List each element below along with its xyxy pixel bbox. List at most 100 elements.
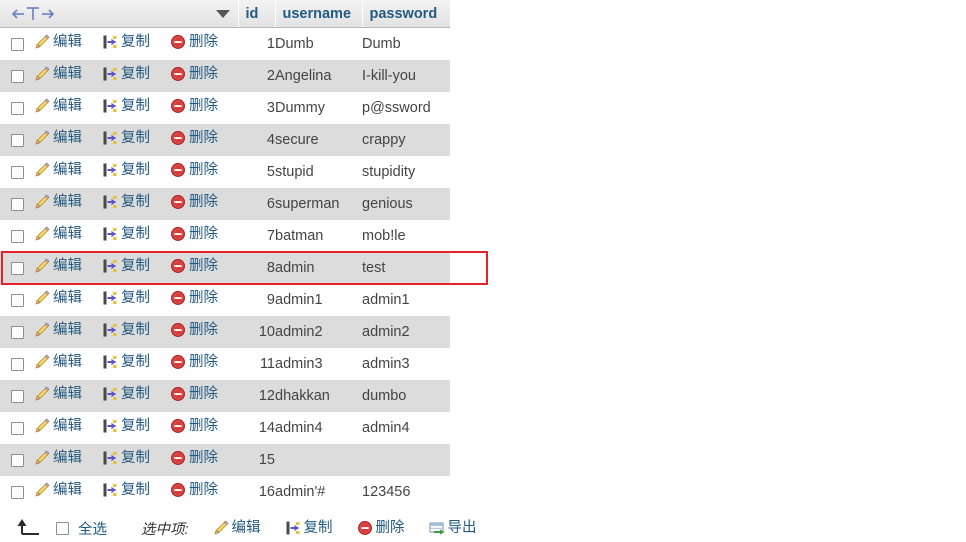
row-copy-button[interactable]: 复制 <box>102 290 150 306</box>
row-copy-button[interactable]: 复制 <box>102 162 150 178</box>
row-edit-button[interactable]: 编辑 <box>34 290 82 306</box>
row-delete-button[interactable]: 删除 <box>170 130 218 146</box>
row-edit-cell[interactable]: 编辑 <box>34 60 102 92</box>
table-row[interactable]: 编辑 复制 删除 16 admin'# 123456 <box>0 476 450 508</box>
row-edit-cell[interactable]: 编辑 <box>34 476 102 508</box>
row-edit-button[interactable]: 编辑 <box>34 354 82 370</box>
table-row[interactable]: 编辑 复制 删除 7 batman mob!le <box>0 220 450 252</box>
row-select-cell[interactable] <box>0 188 34 220</box>
row-delete-cell[interactable]: 删除 <box>170 284 238 316</box>
row-delete-cell[interactable]: 删除 <box>170 188 238 220</box>
row-copy-cell[interactable]: 复制 <box>102 316 170 348</box>
row-select-cell[interactable] <box>0 252 34 284</box>
select-all-link[interactable]: 全选 <box>78 518 107 539</box>
row-delete-button[interactable]: 删除 <box>170 34 218 50</box>
row-copy-button[interactable]: 复制 <box>102 322 150 338</box>
column-header-id[interactable]: id <box>237 0 275 28</box>
row-copy-cell[interactable]: 复制 <box>102 252 170 284</box>
row-delete-button[interactable]: 删除 <box>170 290 218 306</box>
row-edit-button[interactable]: 编辑 <box>34 226 82 242</box>
row-delete-cell[interactable]: 删除 <box>170 252 238 284</box>
bulk-delete-button[interactable]: 删除 <box>357 520 405 536</box>
table-row[interactable]: 编辑 复制 删除 11 admin3 admin3 <box>0 348 450 380</box>
row-edit-button[interactable]: 编辑 <box>34 418 82 434</box>
table-row[interactable]: 编辑 复制 删除 1 Dumb Dumb <box>0 27 450 60</box>
row-delete-button[interactable]: 删除 <box>170 354 218 370</box>
row-delete-cell[interactable]: 删除 <box>170 380 238 412</box>
row-delete-cell[interactable]: 删除 <box>170 476 238 508</box>
row-edit-button[interactable]: 编辑 <box>34 66 82 82</box>
row-edit-cell[interactable]: 编辑 <box>34 284 102 316</box>
row-tools-header[interactable] <box>0 0 238 28</box>
row-delete-button[interactable]: 删除 <box>170 386 218 402</box>
row-checkbox[interactable] <box>10 69 24 83</box>
row-copy-button[interactable]: 复制 <box>102 66 150 82</box>
row-edit-cell[interactable]: 编辑 <box>34 252 102 284</box>
table-row[interactable]: 编辑 复制 删除 14 admin4 admin4 <box>0 412 450 444</box>
row-select-cell[interactable] <box>0 220 34 252</box>
row-select-cell[interactable] <box>0 92 34 124</box>
row-edit-button[interactable]: 编辑 <box>34 450 82 466</box>
row-delete-cell[interactable]: 删除 <box>170 60 238 92</box>
row-select-cell[interactable] <box>0 156 34 188</box>
arrow-up-from-line-icon[interactable] <box>14 518 42 538</box>
row-copy-cell[interactable]: 复制 <box>102 27 170 60</box>
row-checkbox[interactable] <box>10 325 24 339</box>
select-all-checkbox[interactable] <box>56 520 69 536</box>
row-checkbox[interactable] <box>10 421 24 435</box>
column-header-password[interactable]: password <box>361 0 450 28</box>
row-delete-cell[interactable]: 删除 <box>170 220 238 252</box>
row-delete-button[interactable]: 删除 <box>170 194 218 210</box>
row-copy-cell[interactable]: 复制 <box>102 220 170 252</box>
row-edit-button[interactable]: 编辑 <box>34 162 82 178</box>
row-select-cell[interactable] <box>0 124 34 156</box>
row-edit-button[interactable]: 编辑 <box>34 482 82 498</box>
row-delete-button[interactable]: 删除 <box>170 322 218 338</box>
bulk-copy-button[interactable]: 复制 <box>285 520 333 536</box>
row-edit-cell[interactable]: 编辑 <box>34 412 102 444</box>
table-row[interactable]: 编辑 复制 删除 5 stupid stupidity <box>0 156 450 188</box>
row-delete-button[interactable]: 删除 <box>170 226 218 242</box>
row-select-cell[interactable] <box>0 476 34 508</box>
row-copy-cell[interactable]: 复制 <box>102 92 170 124</box>
row-copy-cell[interactable]: 复制 <box>102 284 170 316</box>
bulk-export-button[interactable]: 导出 <box>429 520 477 536</box>
row-copy-button[interactable]: 复制 <box>102 130 150 146</box>
row-copy-cell[interactable]: 复制 <box>102 156 170 188</box>
row-delete-button[interactable]: 删除 <box>170 258 218 274</box>
row-copy-cell[interactable]: 复制 <box>102 380 170 412</box>
row-copy-cell[interactable]: 复制 <box>102 60 170 92</box>
row-copy-button[interactable]: 复制 <box>102 226 150 242</box>
row-copy-button[interactable]: 复制 <box>102 450 150 466</box>
table-row[interactable]: 编辑 复制 删除 12 dhakkan dumbo <box>0 380 450 412</box>
row-delete-cell[interactable]: 删除 <box>170 348 238 380</box>
row-delete-cell[interactable]: 删除 <box>170 124 238 156</box>
row-edit-cell[interactable]: 编辑 <box>34 444 102 476</box>
row-edit-cell[interactable]: 编辑 <box>34 380 102 412</box>
row-delete-cell[interactable]: 删除 <box>170 156 238 188</box>
table-row[interactable]: 编辑 复制 删除 3 Dummy p@ssword <box>0 92 450 124</box>
row-copy-cell[interactable]: 复制 <box>102 412 170 444</box>
table-row[interactable]: 编辑 复制 删除 15 <box>0 444 450 476</box>
row-edit-cell[interactable]: 编辑 <box>34 156 102 188</box>
row-delete-button[interactable]: 删除 <box>170 98 218 114</box>
row-select-cell[interactable] <box>0 27 34 60</box>
row-copy-cell[interactable]: 复制 <box>102 188 170 220</box>
table-row[interactable]: 编辑 复制 删除 6 superman genious <box>0 188 450 220</box>
table-row[interactable]: 编辑 复制 删除 4 secure crappy <box>0 124 450 156</box>
row-copy-cell[interactable]: 复制 <box>102 124 170 156</box>
table-row[interactable]: 编辑 复制 删除 8 admin test <box>0 252 450 284</box>
row-edit-cell[interactable]: 编辑 <box>34 92 102 124</box>
row-copy-cell[interactable]: 复制 <box>102 444 170 476</box>
row-edit-button[interactable]: 编辑 <box>34 130 82 146</box>
row-copy-button[interactable]: 复制 <box>102 354 150 370</box>
row-delete-button[interactable]: 删除 <box>170 162 218 178</box>
row-checkbox[interactable] <box>10 357 24 371</box>
row-checkbox[interactable] <box>10 37 24 51</box>
row-edit-cell[interactable]: 编辑 <box>34 316 102 348</box>
row-delete-cell[interactable]: 删除 <box>170 412 238 444</box>
row-checkbox[interactable] <box>10 261 24 275</box>
row-checkbox[interactable] <box>10 453 24 467</box>
chevron-down-icon[interactable] <box>215 9 230 18</box>
row-copy-button[interactable]: 复制 <box>102 194 150 210</box>
